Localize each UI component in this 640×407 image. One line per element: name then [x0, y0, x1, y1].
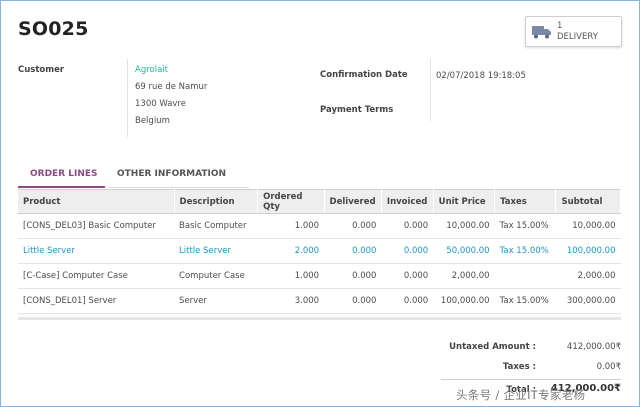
- cell-product: Little Server: [18, 238, 175, 264]
- customer-street: 69 rue de Namur: [135, 82, 208, 92]
- watermark-text: 头条号 / 企业IT专家老杨: [456, 388, 586, 402]
- confirmation-date-label: Confirmation Date: [320, 70, 408, 80]
- table-row[interactable]: Little Server Little Server 2.000 0.000 …: [18, 238, 621, 264]
- order-lines-table: Product Description Ordered Qty Delivere…: [18, 189, 621, 314]
- delivery-count: 1: [557, 20, 563, 31]
- cell-qty: 1.000: [257, 263, 325, 289]
- tab-other-information[interactable]: OTHER INFORMATION: [117, 164, 226, 188]
- tabs-rule: [108, 187, 249, 188]
- column-header-delivered[interactable]: Delivered: [324, 189, 382, 214]
- table-row[interactable]: [CONS_DEL01] Server Server 3.000 0.000 0…: [18, 288, 621, 314]
- cell-taxes: Tax 15.00%: [494, 288, 556, 314]
- cell-qty: 3.000: [257, 288, 325, 314]
- cell-subtotal: 300,000.00: [555, 288, 621, 314]
- column-header-taxes[interactable]: Taxes: [494, 189, 557, 214]
- table-header-row: Product Description Ordered Qty Delivere…: [18, 189, 621, 214]
- cell-taxes: Tax 15.00%: [494, 238, 556, 264]
- payment-terms-label: Payment Terms: [320, 105, 394, 115]
- confirmation-date-value: 02/07/2018 19:18:05: [436, 71, 526, 81]
- cell-description: Basic Computer: [174, 213, 258, 239]
- delivery-button-text: 1 DELIVERY: [557, 21, 598, 43]
- cell-invoiced: 0.000: [381, 213, 434, 239]
- cell-product: [CONS_DEL01] Server: [18, 288, 175, 314]
- cell-subtotal: 100,000.00: [555, 238, 621, 264]
- cell-subtotal: 2,000.00: [555, 263, 621, 289]
- customer-label: Customer: [18, 65, 65, 75]
- cell-product: [CONS_DEL03] Basic Computer: [18, 213, 175, 239]
- cell-delivered: 0.000: [324, 238, 382, 264]
- column-header-subtotal[interactable]: Subtotal: [555, 189, 621, 214]
- customer-divider: [127, 59, 128, 137]
- column-header-description[interactable]: Description: [174, 189, 259, 214]
- table-row[interactable]: [CONS_DEL03] Basic Computer Basic Comput…: [18, 213, 621, 239]
- cell-taxes: [494, 263, 556, 289]
- cell-delivered: 0.000: [324, 263, 382, 289]
- customer-city: 1300 Wavre: [135, 99, 186, 109]
- cell-invoiced: 0.000: [381, 238, 434, 264]
- table-row[interactable]: [C-Case] Computer Case Computer Case 1.0…: [18, 263, 621, 289]
- tab-order-lines[interactable]: ORDER LINES: [30, 164, 98, 188]
- cell-qty: 1.000: [257, 213, 325, 239]
- cell-unit-price: 10,000.00: [433, 213, 495, 239]
- customer-name-link[interactable]: Agrolait: [135, 65, 168, 75]
- cell-unit-price: 100,000.00: [433, 288, 495, 314]
- column-header-invoiced[interactable]: Invoiced: [381, 189, 434, 214]
- delivery-label: DELIVERY: [557, 31, 598, 42]
- cell-invoiced: 0.000: [381, 288, 434, 314]
- order-title: SO025: [18, 18, 89, 40]
- truck-icon: [532, 25, 554, 39]
- table-footer-bar: [18, 317, 621, 320]
- cell-taxes: Tax 15.00%: [494, 213, 556, 239]
- taxes-label: Taxes :: [502, 362, 536, 372]
- delivery-smart-button[interactable]: 1 DELIVERY: [525, 16, 622, 47]
- cell-delivered: 0.000: [324, 213, 382, 239]
- notebook-tabs: ORDER LINES OTHER INFORMATION: [18, 164, 618, 188]
- column-header-product[interactable]: Product: [18, 189, 175, 214]
- column-header-unit-price[interactable]: Unit Price: [433, 189, 496, 214]
- untaxed-amount-value: 412,000.00₹: [566, 342, 621, 352]
- cell-product: [C-Case] Computer Case: [18, 263, 175, 289]
- customer-country: Belgium: [135, 116, 170, 126]
- cell-description: Little Server: [174, 238, 258, 264]
- column-header-ordered-qty[interactable]: Ordered Qty: [257, 189, 325, 214]
- cell-unit-price: 2,000.00: [433, 263, 495, 289]
- untaxed-amount-label: Untaxed Amount :: [449, 342, 536, 352]
- cell-invoiced: 0.000: [381, 263, 434, 289]
- cell-qty: 2.000: [257, 238, 325, 264]
- sale-order-form: SO025 1 DELIVERY Customer Agrolait 69 ru…: [0, 0, 640, 407]
- cell-description: Computer Case: [174, 263, 258, 289]
- cell-description: Server: [174, 288, 258, 314]
- cell-unit-price: 50,000.00: [433, 238, 495, 264]
- confirmation-divider: [430, 59, 431, 121]
- cell-subtotal: 10,000.00: [555, 213, 621, 239]
- cell-delivered: 0.000: [324, 288, 382, 314]
- totals-rule: [441, 379, 621, 380]
- taxes-value: 0.00₹: [596, 362, 621, 372]
